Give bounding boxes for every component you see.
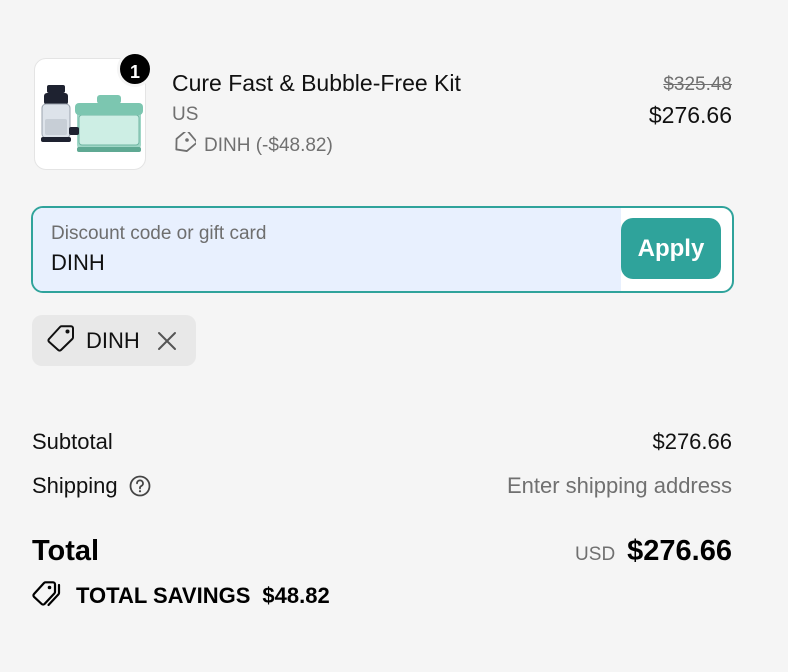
tag-icon (46, 323, 76, 358)
subtotal-value: $276.66 (652, 429, 732, 454)
applied-discount-chip: DINH (32, 315, 196, 366)
discount-input-label: Discount code or gift card (51, 223, 267, 244)
tags-icon (32, 580, 64, 613)
savings-label: TOTAL SAVINGS (76, 583, 251, 608)
help-circle-icon[interactable] (128, 474, 152, 498)
product-name: Cure Fast & Bubble-Free Kit (172, 70, 461, 96)
total-row: Total USD $276.66 (32, 535, 732, 573)
subtotal-label: Subtotal (32, 429, 113, 454)
total-savings: TOTAL SAVINGS $48.82 (32, 580, 330, 612)
original-price: $325.48 (663, 74, 732, 95)
product-variant: US (172, 104, 199, 125)
total-label: Total (32, 535, 100, 567)
total-value: $276.66 (627, 535, 732, 567)
order-summary: 1 Cure Fast & Bubble-Free Kit US DINH (-… (0, 0, 788, 672)
product-price: $276.66 (648, 102, 732, 128)
close-icon[interactable] (156, 330, 178, 352)
line-item: 1 Cure Fast & Bubble-Free Kit US DINH (-… (32, 51, 732, 172)
shipping-row: Shipping Enter shipping address (32, 470, 732, 502)
shipping-value: Enter shipping address (506, 473, 732, 498)
apply-button[interactable]: Apply (621, 218, 721, 279)
savings-value: $48.82 (262, 583, 330, 608)
quantity-badge: 1 (117, 51, 153, 87)
product-discount: DINH (-$48.82) (172, 129, 333, 160)
subtotal-row: Subtotal $276.66 (32, 426, 732, 458)
discount-input[interactable]: Discount code or gift card DINH (33, 208, 621, 291)
currency-code: USD (575, 544, 616, 565)
applied-discount-code: DINH (86, 327, 140, 353)
product-discount-text: DINH (-$48.82) (204, 135, 333, 156)
shipping-label: Shipping (32, 473, 118, 498)
total-amount: USD $276.66 (575, 535, 732, 568)
discount-input-value[interactable]: DINH (51, 250, 105, 276)
discount-form: Discount code or gift card DINH Apply (31, 206, 734, 293)
tag-icon (172, 129, 204, 160)
shipping-label-group: Shipping (32, 473, 152, 499)
